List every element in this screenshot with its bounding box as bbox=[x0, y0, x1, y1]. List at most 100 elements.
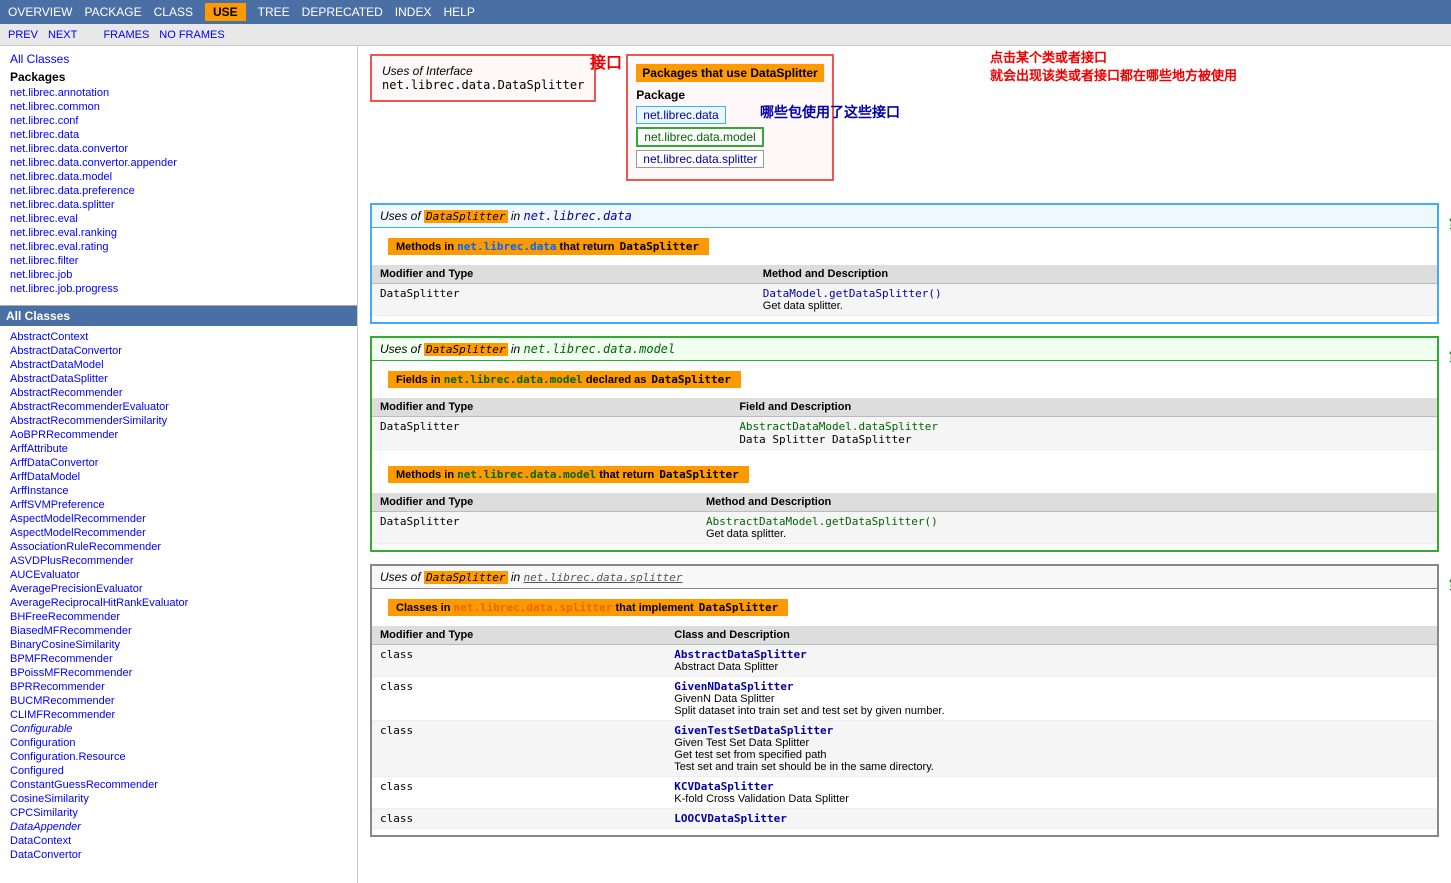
sidebar-class-arffdataconvertor[interactable]: ArffDataConvertor bbox=[6, 456, 351, 470]
sidebar-class-abstractdatasplitter[interactable]: AbstractDataSplitter bbox=[6, 372, 351, 386]
section2-col1b-header: Modifier and Type bbox=[372, 493, 698, 512]
section2-field-link[interactable]: AbstractDataModel.dataSplitter bbox=[739, 420, 938, 433]
table-row: class GivenNDataSplitter GivenN Data Spl… bbox=[372, 677, 1437, 721]
net-librec-data-link1[interactable]: net.librec.data bbox=[524, 209, 632, 223]
sidebar-class-configurationresource[interactable]: Configuration.Resource bbox=[6, 750, 351, 764]
nav-package[interactable]: PACKAGE bbox=[84, 5, 141, 19]
sidebar-class-aspectmodelrecommender2[interactable]: AspectModelRecommender bbox=[6, 526, 351, 540]
sidebar-pkg-splitter[interactable]: net.librec.data.splitter bbox=[6, 198, 351, 212]
nav-class[interactable]: CLASS bbox=[154, 5, 193, 19]
pkg-column-header: Package bbox=[636, 88, 823, 102]
sidebar-class-arffattribute[interactable]: ArffAttribute bbox=[6, 442, 351, 456]
sidebar-class-averageprecisionevaluator[interactable]: AveragePrecisionEvaluator bbox=[6, 582, 351, 596]
section1-method-link[interactable]: DataModel.getDataSplitter() bbox=[763, 287, 942, 300]
datasplitter-highlight3: DataSplitter bbox=[424, 571, 507, 584]
section2-method-link[interactable]: AbstractDataModel.getDataSplitter() bbox=[706, 515, 938, 528]
table-row: class GivenTestSetDataSplitter Given Tes… bbox=[372, 721, 1437, 777]
nav-use-active[interactable]: USE bbox=[205, 3, 246, 21]
subnav-next[interactable]: NEXT bbox=[48, 29, 77, 41]
sidebar-class-abstractrecommender[interactable]: AbstractRecommender bbox=[6, 386, 351, 400]
sidebar-pkg-annotation[interactable]: net.librec.annotation bbox=[6, 86, 351, 100]
nav-deprecated[interactable]: DEPRECATED bbox=[302, 5, 383, 19]
section2-row1a-desc: Data Splitter DataSplitter bbox=[739, 433, 911, 446]
sidebar-class-bpmfrecommender[interactable]: BPMFRecommender bbox=[6, 652, 351, 666]
sidebar-class-constantguessrecommender[interactable]: ConstantGuessRecommender bbox=[6, 778, 351, 792]
pkg-link-net-librec-data[interactable]: net.librec.data bbox=[636, 106, 725, 124]
sidebar-pkg-ranking[interactable]: net.librec.eval.ranking bbox=[6, 226, 351, 240]
section3-class-link1[interactable]: AbstractDataSplitter bbox=[674, 648, 806, 661]
sidebar-classes-section: AbstractContext AbstractDataConvertor Ab… bbox=[0, 326, 357, 883]
sidebar-class-abstractrecommendersimilarity[interactable]: AbstractRecommenderSimilarity bbox=[6, 414, 351, 428]
net-librec-data-splitter-link[interactable]: net.librec.data.splitter bbox=[524, 571, 683, 584]
sidebar-class-climfrecommender[interactable]: CLIMFRecommender bbox=[6, 708, 351, 722]
section3-class-link3[interactable]: GivenTestSetDataSplitter bbox=[674, 724, 833, 737]
sidebar: All Classes Packages net.librec.annotati… bbox=[0, 46, 358, 883]
pkg-link-net-librec-data-model[interactable]: net.librec.data.model bbox=[636, 127, 763, 147]
sidebar-class-arffsvmpreference[interactable]: ArffSVMPreference bbox=[6, 498, 351, 512]
net-librec-data-model-link[interactable]: net.librec.data.model bbox=[524, 342, 676, 356]
sidebar-class-abstractrecommenderevaluator[interactable]: AbstractRecommenderEvaluator bbox=[6, 400, 351, 414]
sidebar-class-bpoissmfrecommender[interactable]: BPoissMFRecommender bbox=[6, 666, 351, 680]
sidebar-class-configurable[interactable]: Configurable bbox=[6, 722, 351, 736]
section3-class-link2[interactable]: GivenNDataSplitter bbox=[674, 680, 793, 693]
sidebar-class-asvdplusrecommender[interactable]: ASVDPlusRecommender bbox=[6, 554, 351, 568]
sidebar-class-configuration[interactable]: Configuration bbox=[6, 736, 351, 750]
nav-tree[interactable]: TREE bbox=[258, 5, 290, 19]
subnav-prev[interactable]: PREV bbox=[8, 29, 38, 41]
section3-row3-type: class bbox=[372, 721, 666, 777]
sidebar-class-abstractdataconvertor[interactable]: AbstractDataConvertor bbox=[6, 344, 351, 358]
sidebar-class-abstractcontext[interactable]: AbstractContext bbox=[6, 330, 351, 344]
sidebar-class-bhfreerecommender[interactable]: BHFreeRecommender bbox=[6, 610, 351, 624]
all-classes-link[interactable]: All Classes bbox=[6, 50, 351, 68]
sidebar-class-cosinesimilarity[interactable]: CosineSimilarity bbox=[6, 792, 351, 806]
sidebar-pkg-job[interactable]: net.librec.job bbox=[6, 268, 351, 282]
nav-help[interactable]: HELP bbox=[443, 5, 474, 19]
sidebar-pkg-filter[interactable]: net.librec.filter bbox=[6, 254, 351, 268]
sidebar-class-configured[interactable]: Configured bbox=[6, 764, 351, 778]
sidebar-pkg-convertor[interactable]: net.librec.data.convertor bbox=[6, 142, 351, 156]
sidebar-pkg-rating[interactable]: net.librec.eval.rating bbox=[6, 240, 351, 254]
nav-overview[interactable]: OVERVIEW bbox=[8, 5, 72, 19]
sidebar-pkg-eval[interactable]: net.librec.eval bbox=[6, 212, 351, 226]
section3-row3-class: GivenTestSetDataSplitter Given Test Set … bbox=[666, 721, 1437, 777]
sidebar-pkg-data[interactable]: net.librec.data bbox=[6, 128, 351, 142]
sidebar-class-aucevaluator[interactable]: AUCEvaluator bbox=[6, 568, 351, 582]
sidebar-class-associationrulerecommender[interactable]: AssociationRuleRecommender bbox=[6, 540, 351, 554]
sub-nav: PREV NEXT FRAMES NO FRAMES bbox=[0, 24, 1451, 46]
section1-table: Modifier and Type Method and Description… bbox=[372, 265, 1437, 316]
sidebar-class-dataappender[interactable]: DataAppender bbox=[6, 820, 351, 834]
sidebar-class-abstractdatamodel[interactable]: AbstractDataModel bbox=[6, 358, 351, 372]
section3-class-link5[interactable]: LOOCVDataSplitter bbox=[674, 812, 787, 825]
sidebar-pkg-progress[interactable]: net.librec.job.progress bbox=[6, 282, 351, 296]
section3-class-link4[interactable]: KCVDataSplitter bbox=[674, 780, 773, 793]
sidebar-pkg-preference[interactable]: net.librec.data.preference bbox=[6, 184, 351, 198]
section3-table: Modifier and Type Class and Description … bbox=[372, 626, 1437, 829]
sidebar-class-cpcsimilarity[interactable]: CPCSimilarity bbox=[6, 806, 351, 820]
sidebar-class-averagerecp[interactable]: AverageReciprocalHitRankEvaluator bbox=[6, 596, 351, 610]
sidebar-class-bprrecommender[interactable]: BPRRecommender bbox=[6, 680, 351, 694]
sidebar-class-aspectmodelrecommender1[interactable]: AspectModelRecommender bbox=[6, 512, 351, 526]
sidebar-class-biasedmfrecommender[interactable]: BiasedMFRecommender bbox=[6, 624, 351, 638]
sidebar-class-datacontext[interactable]: DataContext bbox=[6, 834, 351, 848]
sidebar-class-arffinstance[interactable]: ArffInstance bbox=[6, 484, 351, 498]
sidebar-class-aobprrecommender[interactable]: AoBPRRecommender bbox=[6, 428, 351, 442]
sidebar-packages-section: All Classes Packages net.librec.annotati… bbox=[0, 46, 357, 306]
uses-section-splitter-title: Uses of DataSplitter in net.librec.data.… bbox=[372, 566, 1437, 589]
sidebar-class-dataconvertor[interactable]: DataConvertor bbox=[6, 848, 351, 862]
sidebar-class-binarycosinesimilarity[interactable]: BinaryCosineSimilarity bbox=[6, 638, 351, 652]
subnav-noframes[interactable]: NO FRAMES bbox=[159, 29, 224, 41]
section3-subtitle: Classes in net.librec.data.splitter that… bbox=[388, 599, 788, 616]
pkg-link-net-librec-data-splitter[interactable]: net.librec.data.splitter bbox=[636, 150, 764, 168]
datasplitter-highlight1: DataSplitter bbox=[424, 210, 507, 223]
nav-index[interactable]: INDEX bbox=[395, 5, 432, 19]
datasplitter-highlight2: DataSplitter bbox=[424, 343, 507, 356]
sidebar-class-arffdatamodel[interactable]: ArffDataModel bbox=[6, 470, 351, 484]
subnav-frames[interactable]: FRAMES bbox=[103, 29, 149, 41]
annotation-packages: 哪些包使用了这些接口 bbox=[760, 102, 900, 122]
sidebar-pkg-conf[interactable]: net.librec.conf bbox=[6, 114, 351, 128]
sidebar-pkg-appender[interactable]: net.librec.data.convertor.appender bbox=[6, 156, 351, 170]
sidebar-pkg-common[interactable]: net.librec.common bbox=[6, 100, 351, 114]
sidebar-pkg-model[interactable]: net.librec.data.model bbox=[6, 170, 351, 184]
sidebar-class-bucmrecommender[interactable]: BUCMRecommender bbox=[6, 694, 351, 708]
all-classes-title[interactable]: All Classes bbox=[0, 306, 357, 326]
